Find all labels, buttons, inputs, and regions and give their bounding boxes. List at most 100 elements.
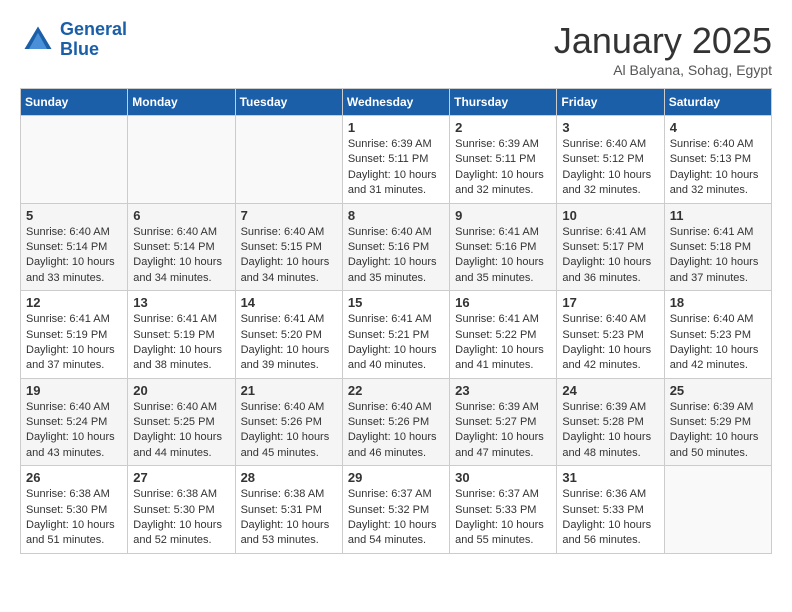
calendar-cell: 2 Sunrise: 6:39 AMSunset: 5:11 PMDaylight… <box>450 116 557 204</box>
day-number: 3 <box>562 120 658 135</box>
day-number: 9 <box>455 208 551 223</box>
calendar-week-row: 1Sunrise: 6:39 AMSunset: 5:11 PMDaylight… <box>21 116 772 204</box>
calendar-cell: 15Sunrise: 6:41 AMSunset: 5:21 PMDayligh… <box>342 291 449 379</box>
col-saturday: Saturday <box>664 89 771 116</box>
day-number: 12 <box>26 295 122 310</box>
calendar-cell: 14Sunrise: 6:41 AMSunset: 5:20 PMDayligh… <box>235 291 342 379</box>
calendar-cell: 18Sunrise: 6:40 AMSunset: 5:23 PMDayligh… <box>664 291 771 379</box>
calendar-cell <box>664 466 771 554</box>
day-number: 22 <box>348 383 444 398</box>
day-info: Sunrise: 6:41 AMSunset: 5:19 PMDaylight:… <box>26 312 122 374</box>
logo-line2: Blue <box>60 39 99 59</box>
calendar-cell: 1Sunrise: 6:39 AMSunset: 5:11 PMDaylight… <box>342 116 449 204</box>
day-number: 27 <box>133 470 229 485</box>
day-info: Sunrise: 6:39 AMSunset: 5:11 PMDaylight:… <box>348 137 444 199</box>
day-info: Sunrise: 6:40 AMSunset: 5:23 PMDaylight:… <box>562 312 658 374</box>
calendar-cell <box>128 116 235 204</box>
col-wednesday: Wednesday <box>342 89 449 116</box>
day-number: 13 <box>133 295 229 310</box>
day-number: 29 <box>348 470 444 485</box>
col-tuesday: Tuesday <box>235 89 342 116</box>
day-info: Sunrise: 6:40 AMSunset: 5:26 PMDaylight:… <box>348 400 444 462</box>
calendar-cell: 24Sunrise: 6:39 AMSunset: 5:28 PMDayligh… <box>557 378 664 466</box>
day-info: Sunrise: 6:40 AMSunset: 5:16 PMDaylight:… <box>348 225 444 287</box>
day-info: Sunrise: 6:40 AMSunset: 5:24 PMDaylight:… <box>26 400 122 462</box>
calendar-cell: 28 Sunrise: 6:38 AMSunset: 5:31 PMDayligh… <box>235 466 342 554</box>
day-number: 28 <box>241 470 337 485</box>
day-number: 11 <box>670 208 766 223</box>
day-number: 5 <box>26 208 122 223</box>
calendar-cell: 9Sunrise: 6:41 AMSunset: 5:16 PMDaylight… <box>450 203 557 291</box>
logo-text: General Blue <box>60 20 127 60</box>
calendar-cell: 13Sunrise: 6:41 AMSunset: 5:19 PMDayligh… <box>128 291 235 379</box>
col-thursday: Thursday <box>450 89 557 116</box>
day-number: 25 <box>670 383 766 398</box>
calendar-cell: 8Sunrise: 6:40 AMSunset: 5:16 PMDaylight… <box>342 203 449 291</box>
calendar-cell: 5Sunrise: 6:40 AMSunset: 5:14 PMDaylight… <box>21 203 128 291</box>
calendar-cell: 30 Sunrise: 6:37 AMSunset: 5:33 PMDayligh… <box>450 466 557 554</box>
day-number: 2 <box>455 120 551 135</box>
day-number: 17 <box>562 295 658 310</box>
day-info: Sunrise: 6:40 AMSunset: 5:12 PMDaylight:… <box>562 137 658 199</box>
day-number: 16 <box>455 295 551 310</box>
calendar-table: Sunday Monday Tuesday Wednesday Thursday… <box>20 88 772 554</box>
day-info: Sunrise: 6:41 AMSunset: 5:22 PMDaylight:… <box>455 312 551 374</box>
calendar-header-row: Sunday Monday Tuesday Wednesday Thursday… <box>21 89 772 116</box>
calendar-week-row: 12 Sunrise: 6:41 AMSunset: 5:19 PMDayligh… <box>21 291 772 379</box>
day-info: Sunrise: 6:39 AMSunset: 5:28 PMDaylight:… <box>562 400 658 462</box>
day-info: Sunrise: 6:38 AMSunset: 5:30 PMDaylight:… <box>133 487 229 549</box>
day-info: Sunrise: 6:40 AMSunset: 5:14 PMDaylight:… <box>133 225 229 287</box>
day-number: 14 <box>241 295 337 310</box>
day-info: Sunrise: 6:40 AMSunset: 5:13 PMDaylight:… <box>670 137 766 199</box>
day-info: Sunrise: 6:39 AMSunset: 5:27 PMDaylight:… <box>455 400 551 462</box>
day-number: 4 <box>670 120 766 135</box>
calendar-cell: 31Sunrise: 6:36 AMSunset: 5:33 PMDayligh… <box>557 466 664 554</box>
calendar-cell: 12 Sunrise: 6:41 AMSunset: 5:19 PMDayligh… <box>21 291 128 379</box>
day-number: 31 <box>562 470 658 485</box>
day-info: Sunrise: 6:37 AMSunset: 5:32 PMDaylight:… <box>348 487 444 549</box>
calendar-cell: 10 Sunrise: 6:41 AMSunset: 5:17 PMDayligh… <box>557 203 664 291</box>
col-friday: Friday <box>557 89 664 116</box>
calendar-cell: 19 Sunrise: 6:40 AMSunset: 5:24 PMDayligh… <box>21 378 128 466</box>
day-info: Sunrise: 6:40 AMSunset: 5:15 PMDaylight:… <box>241 225 337 287</box>
month-title: January 2025 <box>554 20 772 62</box>
logo-line1: General <box>60 19 127 39</box>
logo: General Blue <box>20 20 127 60</box>
calendar-cell: 7 Sunrise: 6:40 AMSunset: 5:15 PMDaylight… <box>235 203 342 291</box>
day-number: 7 <box>241 208 337 223</box>
calendar-cell: 17 Sunrise: 6:40 AMSunset: 5:23 PMDayligh… <box>557 291 664 379</box>
calendar-cell: 25Sunrise: 6:39 AMSunset: 5:29 PMDayligh… <box>664 378 771 466</box>
day-info: Sunrise: 6:38 AMSunset: 5:30 PMDaylight:… <box>26 487 122 549</box>
calendar-cell <box>235 116 342 204</box>
calendar-cell: 27 Sunrise: 6:38 AMSunset: 5:30 PMDayligh… <box>128 466 235 554</box>
col-monday: Monday <box>128 89 235 116</box>
day-info: Sunrise: 6:39 AMSunset: 5:11 PMDaylight:… <box>455 137 551 199</box>
day-number: 15 <box>348 295 444 310</box>
logo-icon <box>20 22 56 58</box>
calendar-week-row: 5 Sunrise: 6:40 AMSunset: 5:14 PMDaylight… <box>21 203 772 291</box>
day-number: 6 <box>133 208 229 223</box>
day-number: 20 <box>133 383 229 398</box>
calendar-week-row: 26 Sunrise: 6:38 AMSunset: 5:30 PMDayligh… <box>21 466 772 554</box>
calendar-cell: 20 Sunrise: 6:40 AMSunset: 5:25 PMDayligh… <box>128 378 235 466</box>
day-number: 23 <box>455 383 551 398</box>
day-info: Sunrise: 6:41 AMSunset: 5:17 PMDaylight:… <box>562 225 658 287</box>
calendar-cell: 29 Sunrise: 6:37 AMSunset: 5:32 PMDayligh… <box>342 466 449 554</box>
day-info: Sunrise: 6:41 AMSunset: 5:18 PMDaylight:… <box>670 225 766 287</box>
calendar-cell <box>21 116 128 204</box>
day-number: 19 <box>26 383 122 398</box>
calendar-cell: 21 Sunrise: 6:40 AMSunset: 5:26 PMDayligh… <box>235 378 342 466</box>
day-info: Sunrise: 6:40 AMSunset: 5:26 PMDaylight:… <box>241 400 337 462</box>
day-info: Sunrise: 6:37 AMSunset: 5:33 PMDaylight:… <box>455 487 551 549</box>
day-number: 30 <box>455 470 551 485</box>
day-info: Sunrise: 6:38 AMSunset: 5:31 PMDaylight:… <box>241 487 337 549</box>
calendar-cell: 11 Sunrise: 6:41 AMSunset: 5:18 PMDayligh… <box>664 203 771 291</box>
calendar-cell: 23 Sunrise: 6:39 AMSunset: 5:27 PMDayligh… <box>450 378 557 466</box>
calendar-cell: 26 Sunrise: 6:38 AMSunset: 5:30 PMDayligh… <box>21 466 128 554</box>
day-number: 18 <box>670 295 766 310</box>
day-number: 10 <box>562 208 658 223</box>
day-info: Sunrise: 6:40 AMSunset: 5:25 PMDaylight:… <box>133 400 229 462</box>
day-number: 21 <box>241 383 337 398</box>
calendar-week-row: 19 Sunrise: 6:40 AMSunset: 5:24 PMDayligh… <box>21 378 772 466</box>
day-number: 26 <box>26 470 122 485</box>
